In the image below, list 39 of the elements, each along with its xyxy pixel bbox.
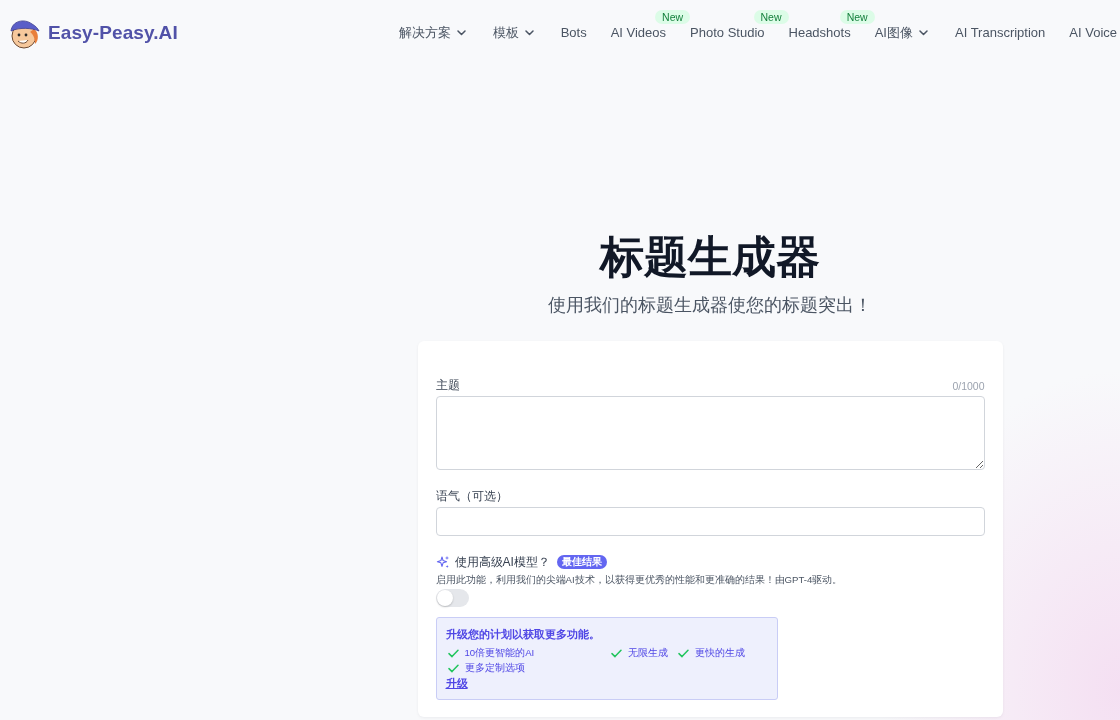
page-title: 标题生成器: [600, 231, 820, 283]
nav-link[interactable]: Headshots: [788, 24, 851, 41]
check-icon: [677, 648, 689, 658]
page-subtitle: 使用我们的标题生成器使您的标题突出！: [548, 294, 872, 317]
nav-link[interactable]: Photo Studio: [690, 24, 765, 41]
topic-textarea[interactable]: [435, 396, 985, 470]
new-badge: New: [839, 9, 875, 24]
advanced-model-description: 启用此功能，利用我们的尖端AI技术，以获得更优秀的性能和更准确的结果！由GPT-4驱动。: [435, 573, 844, 587]
field-label: 主题: [435, 377, 460, 394]
feature-text: 10倍更智能的AI: [464, 646, 535, 660]
logo-link[interactable]: Easy-Peasy.AI: [8, 15, 178, 50]
best-results-badge: 最佳结果: [556, 555, 607, 569]
logo-text: Easy-Peasy.AI: [48, 21, 178, 44]
check-icon: [447, 648, 459, 658]
upgrade-link[interactable]: 升级: [445, 676, 468, 691]
feature-text: 无限生成: [627, 646, 668, 660]
toggle-switch[interactable]: [435, 589, 469, 607]
sparkle-icon: [435, 555, 450, 569]
character-counter: 0/1000: [952, 379, 985, 394]
feature-text: 更快的生成: [694, 646, 745, 660]
nav-dropdown[interactable]: 模板: [492, 24, 534, 41]
check-icon: [610, 648, 622, 658]
chevron-down-icon: [456, 29, 466, 36]
new-badge: New: [753, 9, 789, 24]
chevron-down-icon: [918, 29, 928, 36]
text-input[interactable]: [435, 507, 985, 536]
nav-link[interactable]: AI Videos: [610, 24, 667, 41]
advanced-model-label: 使用高级AI模型？: [454, 554, 550, 571]
nav-link[interactable]: AI Transcription: [954, 24, 1046, 41]
chevron-down-icon: [524, 29, 534, 36]
nav-link[interactable]: AI Voice: [1069, 24, 1117, 41]
nav-link[interactable]: Bots: [560, 24, 587, 41]
new-badge: New: [655, 9, 691, 24]
check-icon: [447, 663, 459, 673]
nav-dropdown[interactable]: 解决方案: [398, 24, 466, 41]
field-label: 语气（可选）: [435, 488, 508, 505]
upgrade-title: 升级您的计划以获取更多功能。: [445, 627, 601, 642]
nav-dropdown[interactable]: AI图像: [874, 24, 928, 41]
feature-text: 更多定制选项: [464, 661, 525, 675]
